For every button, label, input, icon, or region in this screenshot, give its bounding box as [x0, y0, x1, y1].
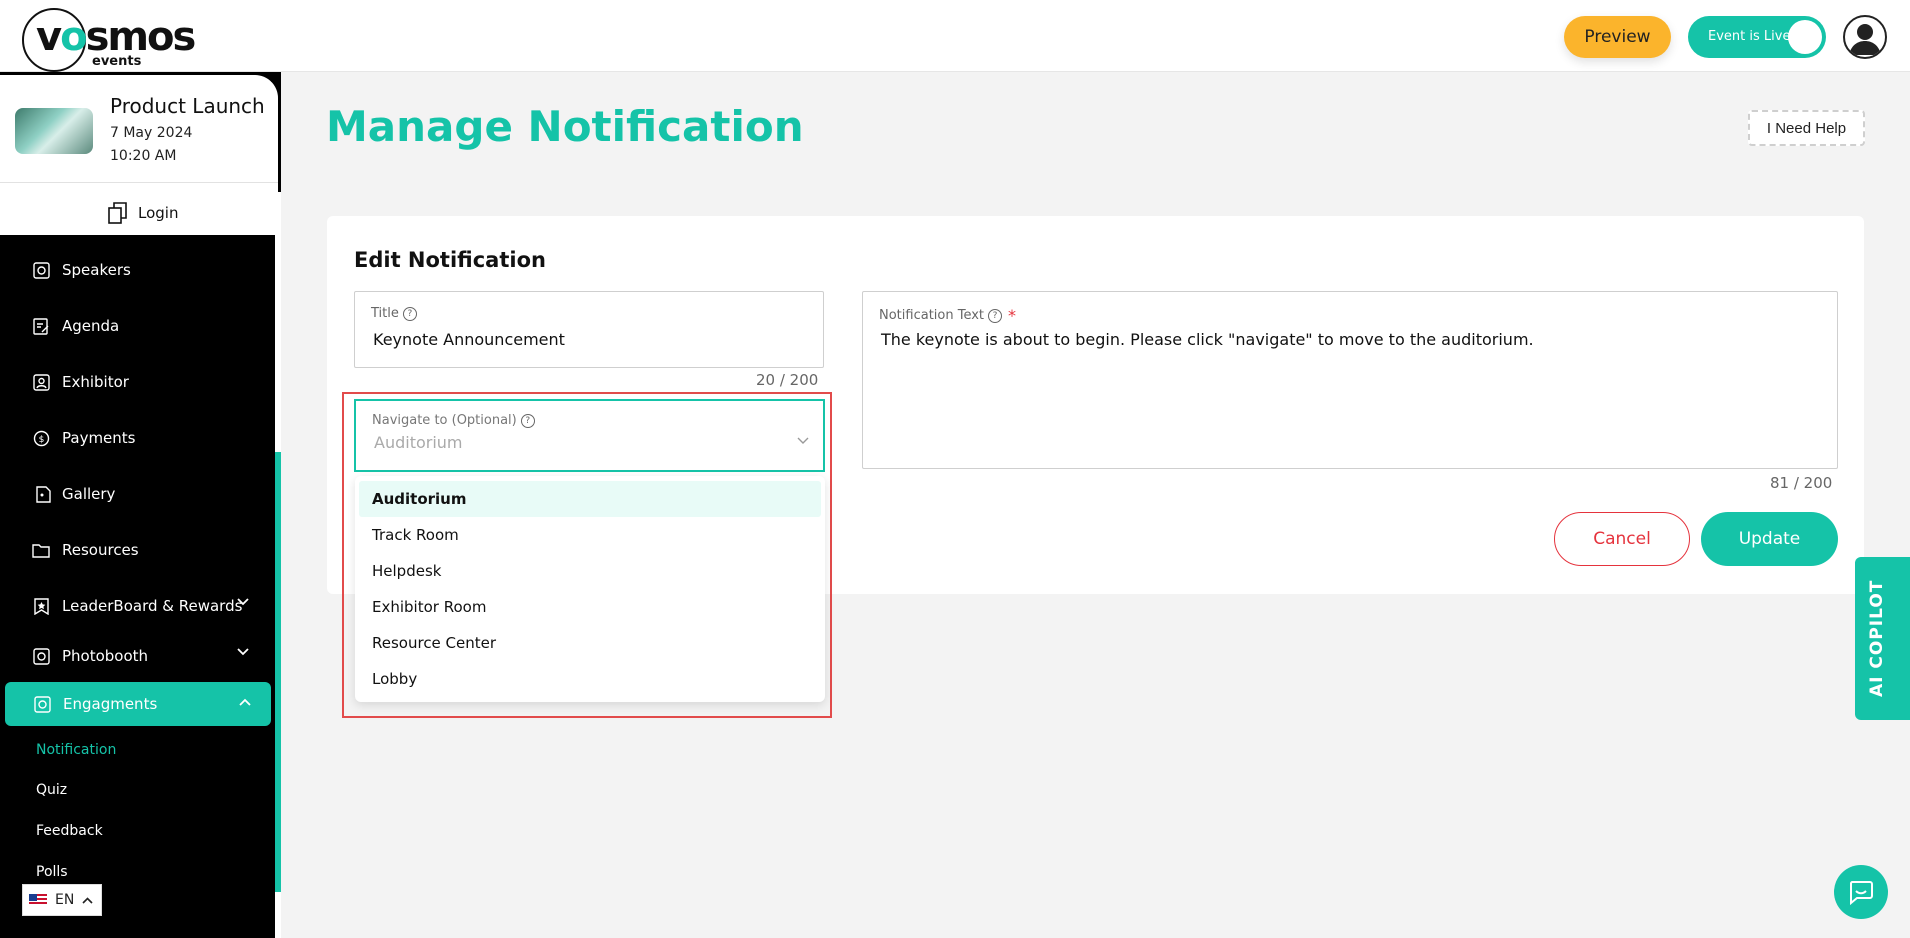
sidebar-item-payments[interactable]: $ Payments — [0, 418, 275, 458]
sidebar-item-leaderboard[interactable]: LeaderBoard & Rewards — [0, 586, 275, 626]
ai-copilot-label: AI COPILOT — [1867, 579, 1887, 697]
agenda-icon — [32, 317, 48, 335]
folder-icon — [32, 543, 50, 558]
logo-subtitle: events — [92, 54, 142, 69]
help-icon[interactable]: ? — [402, 306, 417, 321]
sidebar-item-agenda[interactable]: Agenda — [0, 306, 275, 346]
sidebar-item-label: Exhibitor — [62, 373, 129, 391]
language-selector[interactable]: EN — [22, 884, 102, 916]
toggle-knob — [1788, 20, 1822, 54]
title-char-counter: 20 / 200 — [756, 371, 819, 389]
us-flag-icon — [29, 894, 47, 906]
svg-text:$: $ — [38, 435, 44, 445]
card-title: Edit Notification — [354, 248, 546, 272]
language-label: EN — [55, 892, 75, 908]
sidebar-item-gallery[interactable]: Gallery — [0, 474, 275, 514]
sidebar: Product Launch 7 May 2024 10:20 AM Login… — [0, 72, 281, 938]
sidebar-item-label: Payments — [62, 429, 136, 447]
sidebar-item-speakers[interactable]: Speakers — [0, 250, 275, 290]
event-live-label: Event is Live — [1708, 29, 1791, 44]
option-auditorium[interactable]: Auditorium — [359, 481, 821, 517]
navigate-to-label: Navigate to (Optional)? — [372, 413, 535, 428]
star-bookmark-icon — [33, 597, 49, 615]
option-resource-center[interactable]: Resource Center — [359, 625, 821, 661]
chevron-down-icon — [797, 437, 809, 444]
event-card: Product Launch 7 May 2024 10:20 AM Login — [0, 72, 281, 235]
event-card-divider — [0, 182, 278, 183]
exhibitor-icon — [32, 373, 50, 391]
update-button[interactable]: Update — [1701, 512, 1838, 566]
event-title: Product Launch — [110, 94, 265, 118]
title-input[interactable]: Keynote Announcement — [373, 330, 565, 349]
login-label: Login — [138, 204, 179, 222]
ai-copilot-tab[interactable]: AI COPILOT — [1855, 557, 1910, 720]
event-time: 10:20 AM — [110, 148, 177, 164]
option-exhibitor-room[interactable]: Exhibitor Room — [359, 589, 821, 625]
option-track-room[interactable]: Track Room — [359, 517, 821, 553]
page-title: Manage Notification — [326, 102, 804, 151]
chat-icon — [1849, 881, 1873, 905]
sidebar-scroll-thumb[interactable] — [275, 452, 281, 892]
notification-text-field[interactable]: Notification Text? * The keynote is about… — [862, 291, 1838, 469]
payments-icon: $ — [33, 430, 49, 446]
sidebar-item-photobooth[interactable]: Photobooth — [0, 636, 275, 676]
title-field[interactable]: Title? Keynote Announcement — [354, 291, 824, 368]
event-thumbnail — [15, 108, 93, 154]
navigate-to-select[interactable]: Navigate to (Optional)? Auditorium — [354, 399, 825, 472]
chevron-up-icon — [82, 896, 93, 904]
event-date: 7 May 2024 — [110, 125, 193, 141]
camera-icon — [32, 647, 50, 665]
top-bar: vosmos events Preview Event is Live — [0, 0, 1910, 72]
speaker-icon — [32, 261, 50, 279]
option-lobby[interactable]: Lobby — [359, 661, 821, 697]
navigate-to-menu: Auditorium Track Room Helpdesk Exhibitor… — [355, 476, 825, 702]
navigate-to-value: Auditorium — [374, 433, 463, 452]
sidebar-subitem-notification[interactable]: Notification — [36, 742, 116, 758]
vosmos-logo[interactable]: vosmos events — [22, 8, 202, 72]
sidebar-item-label: Engagments — [63, 695, 158, 713]
sidebar-item-label: Agenda — [62, 317, 120, 335]
event-live-toggle[interactable]: Event is Live — [1688, 16, 1826, 58]
sidebar-item-label: Gallery — [62, 485, 116, 503]
chevron-up-icon — [239, 698, 251, 706]
sidebar-item-exhibitor[interactable]: Exhibitor — [0, 362, 275, 402]
sidebar-item-resources[interactable]: Resources — [0, 530, 275, 570]
sidebar-subitem-quiz[interactable]: Quiz — [36, 782, 67, 798]
engagement-icon — [33, 695, 51, 713]
sidebar-item-label: Resources — [62, 541, 139, 559]
login-link[interactable]: Login — [108, 200, 178, 226]
help-icon[interactable]: ? — [520, 413, 535, 428]
cancel-button[interactable]: Cancel — [1554, 512, 1690, 566]
text-char-counter: 81 / 200 — [1770, 474, 1833, 492]
sidebar-subitem-polls[interactable]: Polls — [36, 864, 68, 880]
chevron-down-icon — [237, 648, 249, 656]
user-avatar[interactable] — [1843, 15, 1887, 59]
chevron-down-icon — [237, 598, 249, 606]
sidebar-item-label: LeaderBoard & Rewards — [62, 597, 243, 615]
copy-icon — [108, 202, 127, 224]
help-icon[interactable]: ? — [988, 308, 1003, 323]
notification-text-label: Notification Text? * — [879, 306, 1017, 325]
sidebar-item-engagments[interactable]: Engagments — [5, 682, 271, 726]
option-helpdesk[interactable]: Helpdesk — [359, 553, 821, 589]
gallery-icon — [35, 485, 51, 503]
required-mark: * — [1008, 306, 1017, 325]
user-icon — [1849, 24, 1881, 55]
notification-text-input[interactable]: The keynote is about to begin. Please cl… — [881, 330, 1534, 349]
sidebar-subitem-feedback[interactable]: Feedback — [36, 823, 103, 839]
title-field-label: Title? — [371, 306, 417, 321]
preview-button[interactable]: Preview — [1564, 16, 1671, 58]
chat-launcher-button[interactable] — [1834, 865, 1888, 919]
sidebar-item-label: Speakers — [62, 261, 131, 279]
sidebar-item-label: Photobooth — [62, 647, 149, 665]
need-help-button[interactable]: I Need Help — [1748, 110, 1865, 146]
